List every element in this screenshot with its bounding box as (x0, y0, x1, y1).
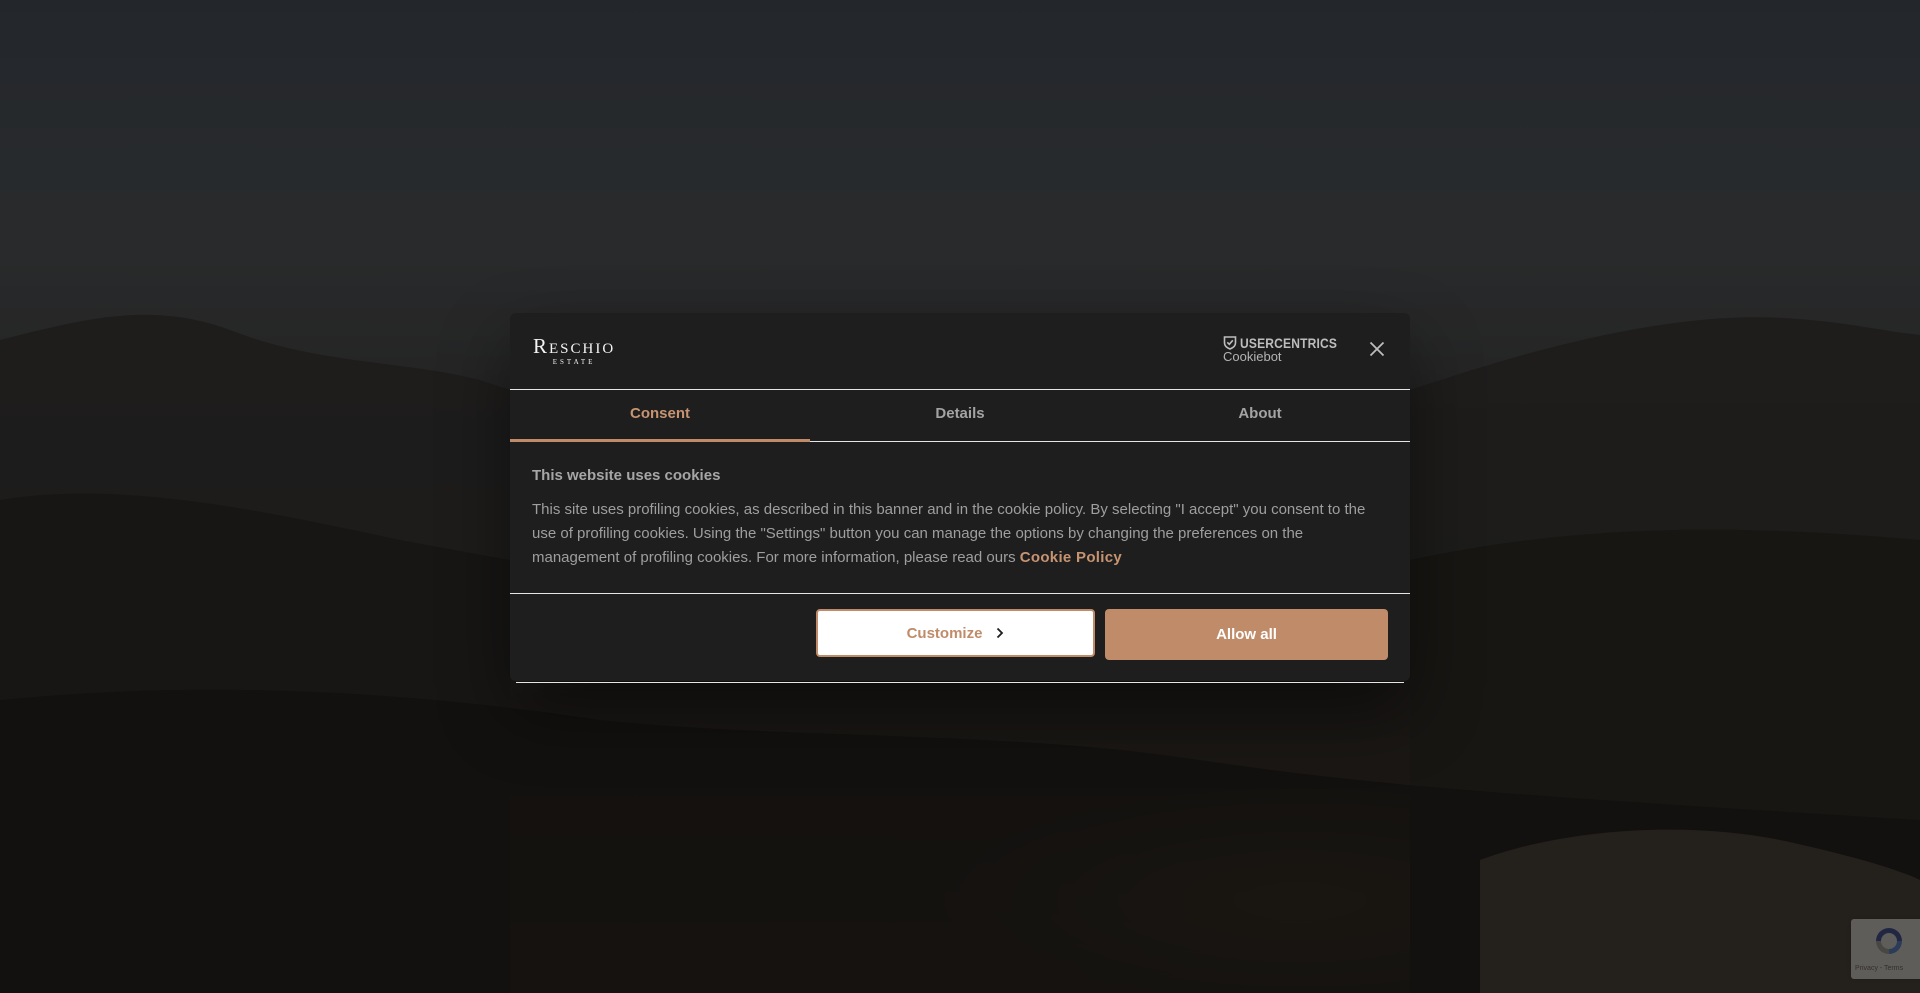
chevron-right-icon (997, 627, 1004, 639)
consent-text: This site uses profiling cookies, as des… (532, 498, 1388, 570)
tab-details[interactable]: Details (810, 390, 1110, 441)
customize-button[interactable]: Customize (816, 609, 1095, 657)
dialog-header: Reschio ESTATE USERCENTRICS Cookiebot (510, 313, 1410, 390)
cookie-policy-link[interactable]: Cookie Policy (1020, 549, 1122, 566)
recaptcha-badge[interactable]: Privacy - Terms (1851, 919, 1920, 979)
tab-about[interactable]: About (1110, 390, 1410, 441)
recaptcha-links[interactable]: Privacy - Terms (1855, 965, 1903, 972)
consent-content: This website uses cookies This site uses… (510, 442, 1410, 594)
close-icon (1369, 341, 1385, 357)
close-button[interactable] (1368, 340, 1386, 358)
consent-title: This website uses cookies (532, 467, 721, 484)
reschio-logo: Reschio ESTATE (533, 334, 616, 367)
tab-bar: Consent Details About (510, 390, 1410, 442)
consent-description: This site uses profiling cookies, as des… (532, 501, 1366, 566)
brand-product: Cookiebot (1223, 349, 1282, 364)
cookie-consent-dialog: Reschio ESTATE USERCENTRICS Cookiebot Co… (510, 313, 1410, 683)
shield-icon (1223, 336, 1237, 350)
logo-main-text: Reschio (533, 334, 616, 358)
logo-sub-text: ESTATE (552, 358, 596, 366)
recaptcha-icon (1876, 928, 1902, 954)
allow-all-button[interactable]: Allow all (1105, 609, 1388, 660)
allow-all-label: Allow all (1216, 626, 1277, 643)
tab-consent[interactable]: Consent (510, 390, 810, 442)
customize-label: Customize (906, 624, 983, 642)
footer-divider (516, 682, 1404, 683)
dialog-footer: Customize Allow all (510, 594, 1410, 683)
brand-name: USERCENTRICS (1240, 334, 1338, 351)
cookiebot-brand: USERCENTRICS Cookiebot (1223, 335, 1353, 364)
